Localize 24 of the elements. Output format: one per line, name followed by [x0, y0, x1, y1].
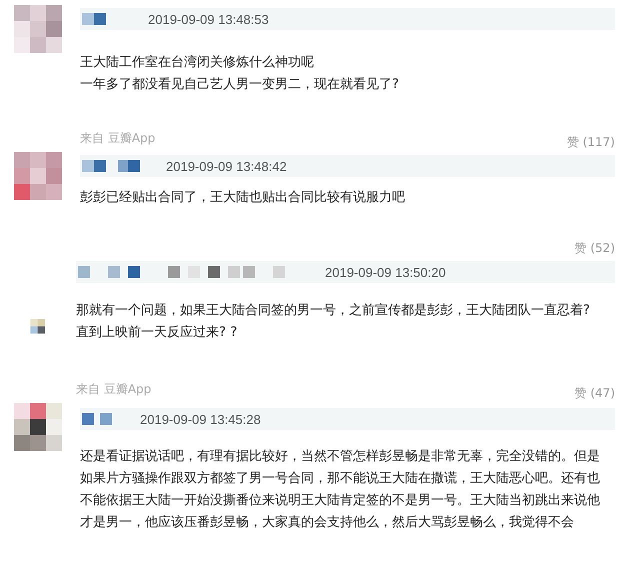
- comment-text: 如果片方骚操作跟双方都签了男一号合同，那不能说王大陆在撒谎，王大陆恶心吧。还有也: [80, 470, 601, 488]
- comment-text: 直到上映前一天反应过来? ?: [76, 324, 238, 342]
- comment-text: 一年多了都没看见自己艺人男一变男二，现在就看见了?: [80, 76, 400, 94]
- avatar: [14, 5, 62, 53]
- timestamp: 2019-09-09 13:45:28: [140, 412, 261, 426]
- comment-text: 那就有一个问题，如果王大陆合同签的男一号，之前宣传都是彭彭，王大陆团队一直忍着?: [76, 302, 591, 320]
- source-label: 来自 豆瓣App: [80, 130, 156, 146]
- comment-text: 彭彭已经贴出合同了，王大陆也贴出合同比较有说服力吧: [80, 189, 406, 207]
- name-mosaic-drawing: [82, 13, 106, 25]
- source-label: 来自 豆瓣App: [76, 380, 152, 398]
- avatar: [14, 152, 62, 200]
- comment-text: 还是看证据说话吧，有理有据比较好，当然不管怎样彭昱畅是非常无辜，完全没错的。但是: [80, 448, 601, 466]
- name-mosaic-drawing: [82, 413, 112, 425]
- like-count[interactable]: 赞 (52): [574, 240, 615, 256]
- timestamp: 2019-09-09 13:48:42: [166, 158, 287, 174]
- timestamp: 2019-09-09 13:50:20: [325, 264, 446, 280]
- timestamp: 2019-09-09 13:48:53: [148, 12, 269, 26]
- comment-text: 才是男一，他应该压番彭昱畅，大家真的会支持他么，然后大骂彭昱畅么，我觉得不会: [80, 514, 575, 532]
- comment-text: 不能依据王大陆一开始没撕番位来说明王大陆肯定签的不是男一号。王大陆当初跳出来说他: [80, 492, 601, 510]
- avatar: [14, 403, 62, 451]
- comment-text: 王大陆工作室在台湾闭关修炼什么神功呢: [80, 54, 315, 72]
- like-count[interactable]: 赞 (47): [574, 384, 615, 402]
- name-mosaic-drawing: [82, 160, 140, 172]
- like-count[interactable]: 赞 (117): [566, 134, 615, 150]
